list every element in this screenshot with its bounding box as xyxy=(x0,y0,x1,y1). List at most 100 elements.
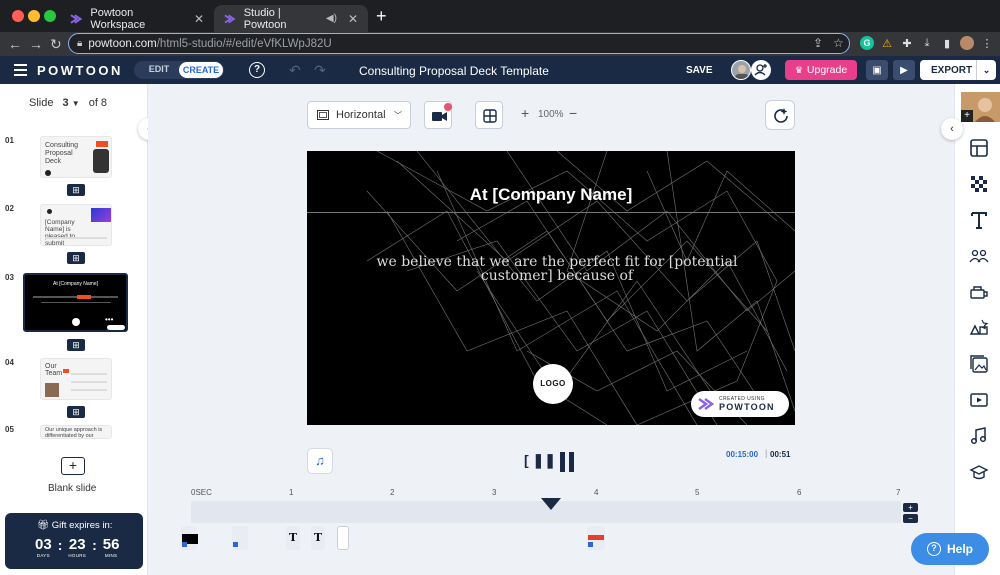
sidebar-icon[interactable]: ▮ xyxy=(940,36,954,50)
browser-tab-workspace[interactable]: Powtoon Workspace ✕ xyxy=(60,5,214,32)
reload-icon[interactable]: ↻ xyxy=(50,34,62,54)
add-camera-icon[interactable]: + xyxy=(961,110,973,122)
background-icon[interactable] xyxy=(969,174,989,194)
webcam-preview[interactable]: + xyxy=(961,92,1000,122)
slide-number: 02 xyxy=(5,204,14,213)
powtoon-logo: POWTOON xyxy=(37,63,123,78)
add-slide-after-button[interactable]: ⊞ xyxy=(67,252,85,264)
blank-slide-label[interactable]: Blank slide xyxy=(48,483,96,494)
created-using-powtoon-badge[interactable]: CREATED USING POWTOON xyxy=(691,391,789,417)
timeline-playhead[interactable] xyxy=(541,498,561,510)
add-slide-after-button[interactable]: ⊞ xyxy=(67,184,85,196)
layer-empty[interactable] xyxy=(337,526,349,550)
add-collaborator-button[interactable] xyxy=(751,60,771,80)
profile-avatar-icon[interactable] xyxy=(960,36,974,50)
minimize-window-icon[interactable] xyxy=(28,10,40,22)
slide-body-text[interactable]: we believe that we are the perfect fit f… xyxy=(347,255,767,283)
timeline-zoom-in-button[interactable]: + xyxy=(903,503,918,512)
pause-frame-button[interactable]: [ ❚❚ ] xyxy=(524,452,565,469)
gift-countdown[interactable]: 🎁︎ Gift expires in: 03 DAYS : 23 HOURS : 5… xyxy=(5,513,143,569)
layer-shape[interactable] xyxy=(232,526,248,550)
document-title[interactable]: Consulting Proposal Deck Template xyxy=(359,64,549,78)
slide-canvas[interactable]: At [Company Name] we believe that we are… xyxy=(307,151,795,425)
media-icon[interactable] xyxy=(969,354,989,374)
chevron-down-icon[interactable]: ⌄ xyxy=(976,60,996,80)
create-mode-button[interactable]: CREATE xyxy=(179,62,223,78)
slide-preview[interactable]: [Company Name] is pleased to submit xyxy=(40,204,112,246)
thumb-line xyxy=(71,381,107,383)
warning-extension-icon[interactable]: ⚠︎ xyxy=(880,36,894,50)
orientation-select[interactable]: Horizontal ﹀ xyxy=(307,101,411,129)
new-tab-button[interactable]: + xyxy=(376,7,387,25)
save-button[interactable]: SAVE xyxy=(686,65,713,76)
templates-hat-icon[interactable] xyxy=(969,462,989,482)
menu-icon[interactable] xyxy=(14,64,27,76)
undo-icon[interactable]: ↶ xyxy=(289,62,301,79)
music-button[interactable]: ♫ xyxy=(307,448,333,474)
timeline-zoom-out-button[interactable]: − xyxy=(903,514,918,523)
add-slide-after-button[interactable]: ⊞ xyxy=(67,406,85,418)
grammarly-extension-icon[interactable]: G xyxy=(860,36,874,50)
layer-text-heading[interactable]: T xyxy=(286,526,300,550)
tab-close-icon[interactable]: ✕ xyxy=(348,12,358,26)
slide-preview-selected[interactable]: At [Company Name] ••• xyxy=(23,273,128,332)
layer-logo-badge[interactable] xyxy=(587,526,605,550)
tab-close-icon[interactable]: ✕ xyxy=(194,12,204,26)
zoom-out-button[interactable]: − xyxy=(569,105,577,121)
timeline-zoom-controls: + − xyxy=(903,503,918,523)
slide-preview[interactable]: Our Team xyxy=(40,358,112,400)
pause-button[interactable] xyxy=(560,452,576,472)
collapse-library-panel-button[interactable]: ‹ xyxy=(941,118,963,140)
slide-preview[interactable]: Consulting Proposal Deck xyxy=(40,136,112,178)
layer-background-image[interactable] xyxy=(181,526,198,550)
timeline-label-4: 4 xyxy=(594,488,599,497)
total-duration[interactable]: 00:15:00 xyxy=(726,450,758,459)
layout-icon[interactable] xyxy=(969,138,989,158)
back-icon[interactable]: ← xyxy=(8,34,22,54)
zoom-in-button[interactable]: + xyxy=(521,105,529,121)
blank-slide-button[interactable]: + xyxy=(61,457,85,475)
orientation-value: Horizontal xyxy=(336,109,386,121)
more-options-icon[interactable]: ••• xyxy=(105,315,113,324)
shapes-icon[interactable] xyxy=(969,318,989,338)
video-icon[interactable] xyxy=(969,390,989,410)
slide-heading[interactable]: At [Company Name] xyxy=(307,185,795,205)
video-camera-icon xyxy=(432,103,452,121)
logo-placeholder[interactable]: LOGO xyxy=(533,364,573,404)
grid-toggle-button[interactable] xyxy=(475,101,503,129)
close-window-icon[interactable] xyxy=(12,10,24,22)
present-button[interactable]: ▣ xyxy=(866,60,888,80)
help-icon[interactable]: ? xyxy=(249,62,265,78)
layer-text-body[interactable]: T xyxy=(311,526,325,550)
browser-tab-studio[interactable]: Studio | Powtoon ◀︎) ✕ xyxy=(214,5,368,32)
edit-mode-button[interactable]: EDIT xyxy=(140,64,178,74)
characters-icon[interactable] xyxy=(969,246,989,266)
share-icon[interactable]: ⇪ xyxy=(813,36,823,50)
record-camera-button[interactable] xyxy=(424,101,452,129)
redo-icon[interactable]: ↷ xyxy=(314,62,326,79)
help-label: Help xyxy=(946,542,973,556)
music-icon[interactable] xyxy=(969,426,989,446)
hours-label: HOURS xyxy=(68,553,87,558)
speaker-icon[interactable]: ◀︎) xyxy=(326,13,337,24)
slide-preview[interactable]: Our unique approach is differentiated by… xyxy=(40,425,112,439)
props-icon[interactable] xyxy=(969,282,989,302)
browser-menu-icon[interactable]: ⋮ xyxy=(980,36,994,50)
url-input[interactable]: 🔒︎ powtoon.com/html5-studio/#/edit/eVfKL… xyxy=(68,33,850,54)
current-slide-select[interactable]: 3 ▼ xyxy=(63,97,80,109)
crown-icon: ♛ xyxy=(794,64,803,75)
maximize-window-icon[interactable] xyxy=(44,10,56,22)
play-preview-button[interactable]: ▶ xyxy=(893,60,915,80)
download-icon[interactable]: ⤓ xyxy=(920,36,934,50)
export-button[interactable]: EXPORT ⌄ xyxy=(920,60,996,80)
collaborator-avatar[interactable] xyxy=(731,60,751,80)
forward-icon[interactable]: → xyxy=(29,34,43,54)
text-icon[interactable] xyxy=(969,210,989,230)
bookmark-star-icon[interactable]: ☆ xyxy=(833,36,844,50)
ai-assist-button[interactable] xyxy=(765,100,795,130)
help-button[interactable]: ? Help xyxy=(911,533,989,565)
puzzle-extensions-icon[interactable]: ✚ xyxy=(900,36,914,50)
add-slide-after-button[interactable]: ⊞ xyxy=(67,339,85,351)
upgrade-label: Upgrade xyxy=(806,64,848,76)
upgrade-button[interactable]: ♛ Upgrade xyxy=(785,60,857,80)
